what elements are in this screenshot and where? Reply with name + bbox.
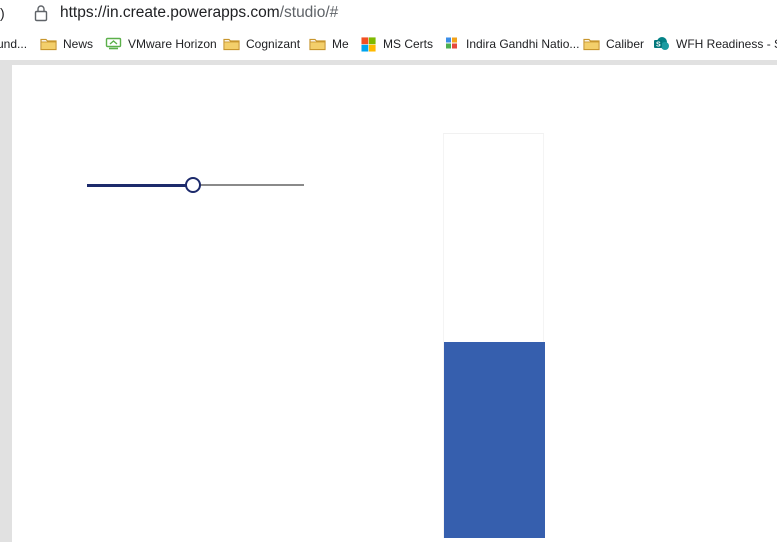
bookmark-me[interactable]: Me bbox=[309, 35, 349, 53]
url-path: /studio/# bbox=[279, 4, 339, 21]
bookmark-wfh-readiness[interactable]: S WFH Readiness - S... bbox=[653, 35, 777, 53]
folder-icon bbox=[40, 38, 57, 51]
svg-text:S: S bbox=[656, 42, 661, 49]
bookmark-partial[interactable]: und... bbox=[0, 35, 27, 53]
bookmark-label: und... bbox=[0, 37, 28, 51]
folder-icon bbox=[309, 38, 326, 51]
partial-glyph: ) bbox=[0, 5, 5, 21]
bookmark-label: MS Certs bbox=[383, 37, 434, 51]
app-canvas bbox=[12, 65, 777, 542]
bookmark-label: Me bbox=[332, 37, 349, 51]
slider-handle[interactable] bbox=[185, 177, 202, 193]
lock-icon[interactable] bbox=[33, 4, 49, 22]
slider-fill bbox=[87, 183, 194, 187]
bookmark-label: VMware Horizon bbox=[128, 37, 217, 51]
screen: ) https://in.create.powerapps.com/studio… bbox=[0, 0, 777, 542]
bookmarks-bar: und... News VMware Horizon Cognizant Me … bbox=[0, 28, 777, 60]
bookmark-caliber[interactable]: Caliber bbox=[583, 35, 644, 53]
bookmark-indira-gandhi[interactable]: Indira Gandhi Natio... bbox=[443, 35, 579, 53]
bookmark-ms-certs[interactable]: MS Certs bbox=[361, 35, 433, 53]
microsoft-logo-icon bbox=[361, 37, 376, 52]
bookmark-vmware-horizon[interactable]: VMware Horizon bbox=[105, 35, 217, 53]
gauge-fill bbox=[444, 342, 545, 538]
url-field[interactable]: https://in.create.powerapps.com/studio/# bbox=[60, 3, 338, 23]
bookmark-label: WFH Readiness - S... bbox=[676, 37, 777, 51]
bookmark-news[interactable]: News bbox=[40, 35, 93, 53]
bookmark-label: News bbox=[63, 37, 94, 51]
studio-left-gutter bbox=[0, 65, 12, 542]
bookmark-cognizant[interactable]: Cognizant bbox=[223, 35, 300, 53]
folder-icon bbox=[583, 38, 600, 51]
colored-squares-icon bbox=[446, 37, 457, 49]
sharepoint-icon: S bbox=[654, 37, 669, 50]
bookmark-label: Indira Gandhi Natio... bbox=[466, 37, 580, 51]
folder-icon bbox=[223, 38, 240, 51]
vertical-gauge bbox=[443, 133, 545, 538]
url-domain: https://in.create.powerapps.com bbox=[60, 4, 280, 21]
value-slider[interactable] bbox=[87, 176, 304, 196]
bookmark-label: Cognizant bbox=[246, 37, 301, 51]
vmware-horizon-icon bbox=[105, 37, 122, 50]
bookmark-label: Caliber bbox=[606, 37, 645, 51]
address-bar[interactable]: ) https://in.create.powerapps.com/studio… bbox=[0, 0, 777, 28]
